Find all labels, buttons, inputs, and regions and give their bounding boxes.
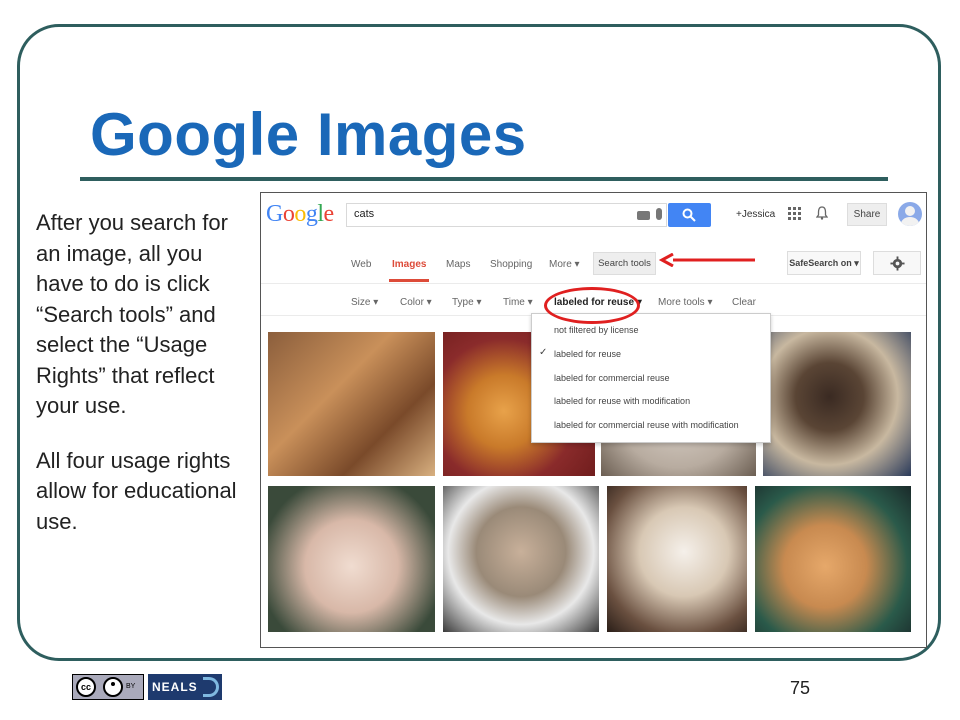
google-logo[interactable]: Google (266, 201, 334, 228)
search-query: cats (354, 208, 375, 220)
microphone-icon[interactable] (656, 208, 662, 220)
tab-web[interactable]: Web (351, 259, 371, 270)
neals-logo: NEALS (148, 674, 222, 700)
safesearch-button[interactable]: SafeSearch on ▾ (787, 251, 861, 275)
cat-image-4[interactable] (763, 332, 911, 476)
slide-body: After you search for an image, all you h… (36, 208, 251, 561)
tool-size[interactable]: Size ▾ (351, 297, 378, 308)
google-images-screenshot: Google cats +Jessica Share Web Images Ma… (260, 192, 927, 648)
menu-item-reuse-with-modification[interactable]: labeled for reuse with modification (554, 396, 690, 406)
tab-shopping[interactable]: Shopping (490, 259, 532, 270)
tool-type[interactable]: Type ▾ (452, 297, 481, 308)
gear-icon (890, 256, 905, 271)
tab-more[interactable]: More ▾ (549, 259, 580, 270)
menu-item-not-filtered[interactable]: not filtered by license (554, 325, 639, 335)
red-circle-annotation (544, 287, 640, 324)
menu-item-commercial-reuse[interactable]: labeled for commercial reuse (554, 373, 670, 383)
share-button[interactable]: Share (847, 203, 887, 226)
search-input[interactable]: cats (346, 203, 667, 227)
notifications-bell-icon[interactable] (816, 206, 828, 220)
slide-title: Google Images (90, 101, 527, 168)
tool-time[interactable]: Time ▾ (503, 297, 533, 308)
apps-grid-icon[interactable] (788, 207, 802, 221)
search-button[interactable] (668, 203, 711, 227)
tool-color[interactable]: Color ▾ (400, 297, 432, 308)
cat-image-8[interactable] (755, 486, 911, 632)
tab-images[interactable]: Images (392, 259, 426, 270)
cat-image-1[interactable] (268, 332, 435, 476)
cat-image-5[interactable] (268, 486, 435, 632)
menu-item-commercial-reuse-with-modification[interactable]: labeled for commercial reuse with modifi… (554, 420, 739, 430)
tab-maps[interactable]: Maps (446, 259, 470, 270)
settings-button[interactable] (873, 251, 921, 275)
search-tools-button[interactable]: Search tools (593, 252, 656, 275)
tool-clear[interactable]: Clear (732, 297, 756, 308)
avatar[interactable] (898, 202, 922, 226)
checkmark-icon: ✓ (539, 347, 548, 358)
page-number: 75 (790, 678, 811, 698)
attribution-icon (103, 677, 123, 697)
cc-icon: cc (76, 677, 96, 697)
camera-icon[interactable] (637, 211, 650, 220)
user-profile-link[interactable]: +Jessica (736, 209, 775, 220)
cat-image-6[interactable] (443, 486, 599, 632)
cat-image-7[interactable] (607, 486, 747, 632)
creative-commons-badge: cc BY (72, 674, 144, 700)
menu-item-labeled-for-reuse[interactable]: labeled for reuse (554, 349, 621, 359)
title-divider (80, 177, 888, 181)
usage-rights-menu: not filtered by license ✓ labeled for re… (531, 313, 771, 443)
body-paragraph-1: After you search for an image, all you h… (36, 210, 228, 418)
magnifier-icon (682, 208, 696, 222)
neals-logo-text: NEALS (152, 680, 198, 694)
body-paragraph-2: All four usage rights allow for educatio… (36, 447, 237, 534)
red-arrow-annotation (659, 253, 755, 267)
tool-more-tools[interactable]: More tools ▾ (658, 297, 712, 308)
active-tab-indicator (389, 279, 429, 282)
